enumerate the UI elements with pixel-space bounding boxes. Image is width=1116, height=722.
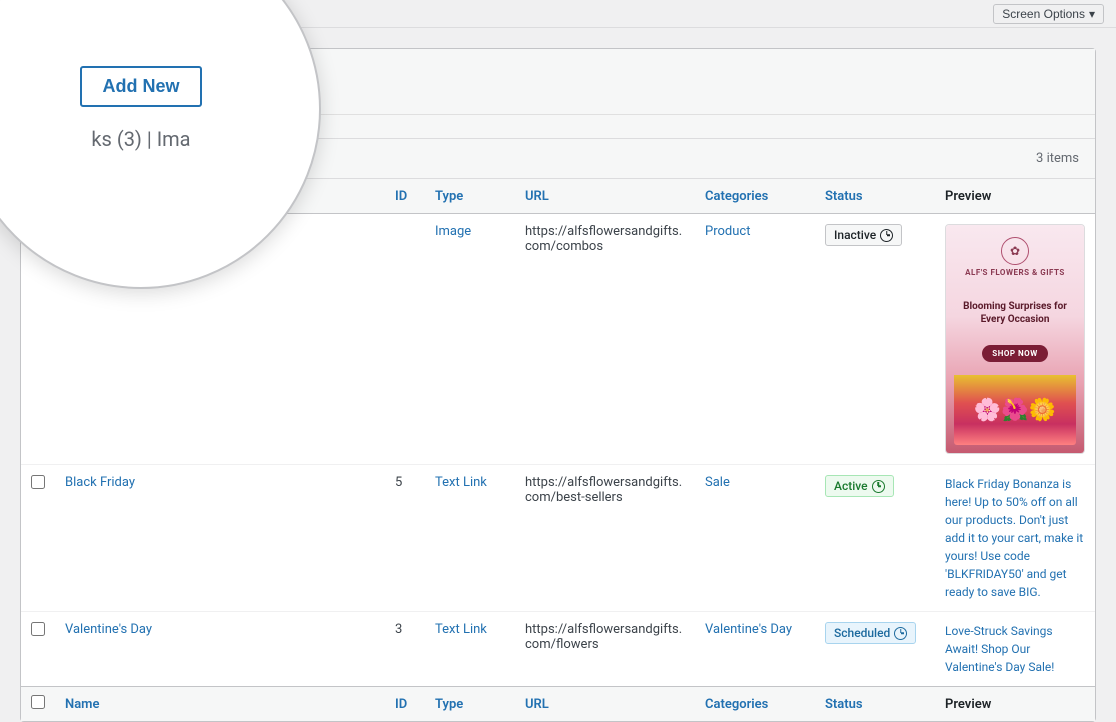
ad-shop-button: SHOP NOW xyxy=(982,345,1047,362)
table-row: Black Friday 5 Text Link https://alfsflo… xyxy=(21,465,1095,612)
filter-select[interactable] xyxy=(37,147,97,170)
td-categories-1: Product xyxy=(695,214,815,465)
page-header: Add New xyxy=(21,49,1095,115)
ad-flowers: 🌸🌺🌼 xyxy=(954,375,1076,445)
tfoot-preview: Preview xyxy=(935,687,1095,722)
td-status-1: Inactive xyxy=(815,214,935,465)
add-new-button[interactable]: Add New xyxy=(37,61,158,102)
preview-text-2: Black Friday Bonanza is here! Up to 50% … xyxy=(945,477,1083,599)
td-name-2: Black Friday xyxy=(55,465,385,612)
chevron-down-icon: ▾ xyxy=(1089,7,1095,21)
filter-left: Filter xyxy=(37,147,154,170)
tfoot-url[interactable]: URL xyxy=(515,687,695,722)
status-badge-2: Active xyxy=(825,475,894,497)
th-url[interactable]: URL xyxy=(515,179,695,214)
td-categories-2: Sale xyxy=(695,465,815,612)
tab-active[interactable]: ve (2) xyxy=(37,123,70,138)
ad-heading: Blooming Surprises for Every Occasion xyxy=(954,300,1076,326)
td-preview-2: Black Friday Bonanza is here! Up to 50% … xyxy=(935,465,1095,612)
type-link-2[interactable]: Text Link xyxy=(435,475,487,490)
td-url-2: https://alfsflowersandgifts.com/best-sel… xyxy=(515,465,695,612)
th-status[interactable]: Status xyxy=(815,179,935,214)
tfoot-type[interactable]: Type xyxy=(425,687,515,722)
td-status-2: Active xyxy=(815,465,935,612)
td-checkbox-3 xyxy=(21,612,55,687)
td-checkbox-2 xyxy=(21,465,55,612)
row-name-link-3[interactable]: Valentine's Day xyxy=(65,622,152,637)
table-row: Image https://alfsflowersandgifts.com/co… xyxy=(21,214,1095,465)
top-bar: Screen Options ▾ xyxy=(0,0,1116,28)
type-link-3[interactable]: Text Link xyxy=(435,622,487,637)
category-link-3[interactable]: Valentine's Day xyxy=(705,622,792,637)
tab-links: ve (2) | Scheduled (3) xyxy=(37,123,170,138)
row-name-link-2[interactable]: Black Friday xyxy=(65,475,135,490)
tfoot-id[interactable]: ID xyxy=(385,687,425,722)
preview-ad: ✿ ALF'S FLOWERS & GIFTS Blooming Surpris… xyxy=(946,225,1084,453)
td-type-2: Text Link xyxy=(425,465,515,612)
tab-scheduled[interactable]: Scheduled (3) xyxy=(89,123,170,138)
preview-text-3: Love-Struck Savings Await! Shop Our Vale… xyxy=(945,624,1054,674)
screen-options-button[interactable]: Screen Options ▾ xyxy=(993,4,1104,24)
clock-icon-3 xyxy=(894,627,907,640)
tfoot-categories[interactable]: Categories xyxy=(695,687,815,722)
main-content: Add New ks (3) | Ima Add New ve (2) | Sc… xyxy=(20,48,1096,722)
td-id-2: 5 xyxy=(385,465,425,612)
td-type-3: Text Link xyxy=(425,612,515,687)
status-badge-1: Inactive xyxy=(825,224,902,246)
footer-select-all-checkbox[interactable] xyxy=(31,695,45,709)
tab-navigation: ve (2) | Scheduled (3) xyxy=(21,115,1095,139)
table-row: Valentine's Day 3 Text Link https://alfs… xyxy=(21,612,1095,687)
filter-button[interactable]: Filter xyxy=(103,147,154,170)
data-table: Name ID Type URL Categories Status xyxy=(21,179,1095,721)
items-count: 3 items xyxy=(1036,151,1079,166)
table-body: Image https://alfsflowersandgifts.com/co… xyxy=(21,214,1095,687)
td-url-3: https://alfsflowersandgifts.com/flowers xyxy=(515,612,695,687)
clock-icon-1 xyxy=(880,229,893,242)
screen-options-label: Screen Options xyxy=(1002,7,1085,21)
td-id-3: 3 xyxy=(385,612,425,687)
th-name[interactable]: Name xyxy=(55,179,385,214)
td-categories-3: Valentine's Day xyxy=(695,612,815,687)
table-header-row: Name ID Type URL Categories Status xyxy=(21,179,1095,214)
th-preview: Preview xyxy=(935,179,1095,214)
ad-logo-text: ALF'S FLOWERS & GIFTS xyxy=(954,268,1076,277)
td-name-3: Valentine's Day xyxy=(55,612,385,687)
row-checkbox-2[interactable] xyxy=(31,475,45,489)
tfoot-checkbox xyxy=(21,687,55,722)
tfoot-name[interactable]: Name xyxy=(55,687,385,722)
tfoot-status[interactable]: Status xyxy=(815,687,935,722)
status-badge-3: Scheduled xyxy=(825,622,916,644)
table-footer: Name ID Type URL Categories Status xyxy=(21,687,1095,722)
td-id-1 xyxy=(385,214,425,465)
type-link-1[interactable]: Image xyxy=(435,224,471,239)
th-id[interactable]: ID xyxy=(385,179,425,214)
category-link-1[interactable]: Product xyxy=(705,224,750,239)
ad-header: ✿ ALF'S FLOWERS & GIFTS xyxy=(954,237,1076,281)
row-checkbox-3[interactable] xyxy=(31,622,45,636)
category-link-2[interactable]: Sale xyxy=(705,475,730,490)
td-checkbox-1 xyxy=(21,214,55,465)
th-type[interactable]: Type xyxy=(425,179,515,214)
th-categories[interactable]: Categories xyxy=(695,179,815,214)
th-checkbox xyxy=(21,179,55,214)
filter-bar: Filter 3 items xyxy=(21,139,1095,179)
preview-image-box: ✿ ALF'S FLOWERS & GIFTS Blooming Surpris… xyxy=(945,224,1085,454)
td-status-3: Scheduled xyxy=(815,612,935,687)
select-all-checkbox[interactable] xyxy=(31,187,45,201)
td-name-1 xyxy=(55,214,385,465)
td-preview-1: ✿ ALF'S FLOWERS & GIFTS Blooming Surpris… xyxy=(935,214,1095,465)
table-footer-row: Name ID Type URL Categories Status xyxy=(21,687,1095,722)
td-type-1: Image xyxy=(425,214,515,465)
ad-logo-icon: ✿ xyxy=(1001,237,1029,265)
clock-icon-2 xyxy=(872,480,885,493)
tab-separator-1: | xyxy=(78,123,81,138)
td-url-1: https://alfsflowersandgifts.com/combos xyxy=(515,214,695,465)
td-preview-3: Love-Struck Savings Await! Shop Our Vale… xyxy=(935,612,1095,687)
